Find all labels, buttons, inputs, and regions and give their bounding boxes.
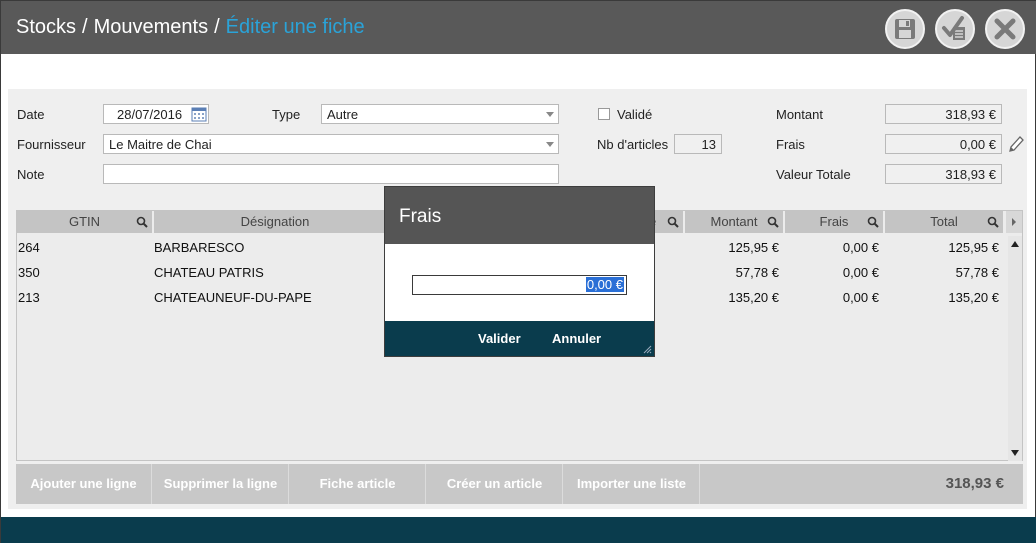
fournisseur-select[interactable]: Le Maitre de Chai <box>103 134 559 154</box>
breadcrumb-separator: / <box>82 16 88 38</box>
dialog-title: Frais <box>385 187 654 244</box>
dialog-footer: Valider Annuler <box>385 321 654 356</box>
row-1-montant[interactable]: 125,95 € <box>685 240 779 255</box>
row-3-gtin[interactable]: 213 <box>18 290 40 305</box>
row-3-montant[interactable]: 135,20 € <box>685 290 779 305</box>
delete-line-button[interactable]: Supprimer la ligne <box>153 464 289 504</box>
valeur-totale-label: Valeur Totale <box>776 167 851 182</box>
row-2-designation[interactable]: CHATEAU PATRIS <box>154 265 264 280</box>
column-header-total[interactable]: Total <box>885 211 1005 233</box>
search-icon[interactable] <box>987 216 999 228</box>
type-label: Type <box>272 107 301 122</box>
note-label: Note <box>17 167 45 182</box>
grand-total: 318,93 € <box>945 475 1004 492</box>
row-3-designation[interactable]: CHATEAUNEUF-DU-PAPE <box>154 290 312 305</box>
scroll-right-button[interactable] <box>1006 211 1022 233</box>
column-header-designation[interactable]: Désignation <box>154 211 398 233</box>
scroll-down-icon[interactable] <box>1010 449 1020 457</box>
row-3-frais[interactable]: 0,00 € <box>785 290 879 305</box>
pencil-icon[interactable] <box>1007 134 1025 154</box>
chevron-down-icon <box>546 142 554 147</box>
column-header-frais[interactable]: Frais <box>785 211 885 233</box>
breadcrumb-separator: / <box>214 16 220 38</box>
check-icon <box>942 16 965 40</box>
app-window: Stocks / Mouvements / Éditer une fiche D… <box>0 0 1036 543</box>
column-header-gtin[interactable]: GTIN <box>17 211 154 233</box>
date-label: Date <box>17 107 45 122</box>
chevron-right-icon <box>1012 218 1016 226</box>
row-2-montant[interactable]: 57,78 € <box>685 265 779 280</box>
row-1-frais[interactable]: 0,00 € <box>785 240 879 255</box>
date-field[interactable]: 28/07/2016 <box>103 104 209 124</box>
row-1-designation[interactable]: BARBARESCO <box>154 240 244 255</box>
nb-articles-label: Nb d'articles <box>597 137 669 152</box>
frais-dialog: Frais 0,00 € Valider Annuler <box>384 186 655 357</box>
row-2-total[interactable]: 57,78 € <box>885 265 999 280</box>
close-icon <box>994 18 1016 40</box>
save-button[interactable] <box>885 9 925 49</box>
frais-input[interactable]: 0,00 € <box>412 275 627 295</box>
breadcrumb-stocks[interactable]: Stocks <box>16 16 76 38</box>
validate-dialog-button[interactable]: Valider <box>478 321 521 356</box>
nb-articles-field: 13 <box>674 134 722 154</box>
date-value: 28/07/2016 <box>117 107 183 122</box>
resize-grip-icon[interactable] <box>643 345 652 354</box>
fournisseur-label: Fournisseur <box>17 137 86 152</box>
type-value: Autre <box>327 107 359 122</box>
import-list-button[interactable]: Importer une liste <box>564 464 700 504</box>
montant-field: 318,93 € <box>885 104 1002 124</box>
valide-label: Validé <box>617 107 653 122</box>
frais-input-value: 0,00 € <box>585 277 624 292</box>
row-1-gtin[interactable]: 264 <box>18 240 40 255</box>
row-1-total[interactable]: 125,95 € <box>885 240 999 255</box>
fournisseur-value: Le Maitre de Chai <box>109 137 212 152</box>
calendar-icon[interactable] <box>191 106 207 122</box>
breadcrumb-current: Éditer une fiche <box>225 16 365 38</box>
status-bar <box>1 517 1036 543</box>
breadcrumb-mouvements[interactable]: Mouvements <box>94 16 209 38</box>
add-line-button[interactable]: Ajouter une ligne <box>16 464 152 504</box>
action-bar: Ajouter une ligne Supprimer la ligne Fic… <box>16 464 1023 504</box>
row-2-frais[interactable]: 0,00 € <box>785 265 879 280</box>
save-icon <box>895 19 915 39</box>
valeur-totale-field: 318,93 € <box>885 164 1002 184</box>
validate-button[interactable] <box>935 9 975 49</box>
title-bar: Stocks / Mouvements / Éditer une fiche <box>1 1 1036 54</box>
search-icon[interactable] <box>867 216 879 228</box>
vertical-scrollbar[interactable] <box>1008 236 1022 461</box>
search-icon[interactable] <box>136 216 148 228</box>
frais-field: 0,00 € <box>885 134 1002 154</box>
montant-label: Montant <box>776 107 823 122</box>
breadcrumb: Stocks / Mouvements / Éditer une fiche <box>16 16 365 39</box>
frais-label: Frais <box>776 137 805 152</box>
type-select[interactable]: Autre <box>321 104 559 124</box>
valide-checkbox[interactable] <box>598 108 610 120</box>
create-article-button[interactable]: Créer un article <box>427 464 563 504</box>
row-2-gtin[interactable]: 350 <box>18 265 40 280</box>
cancel-dialog-button[interactable]: Annuler <box>552 321 601 356</box>
column-header-montant[interactable]: Montant <box>685 211 785 233</box>
scroll-up-icon[interactable] <box>1010 240 1020 248</box>
article-sheet-button[interactable]: Fiche article <box>290 464 426 504</box>
search-icon[interactable] <box>667 216 679 228</box>
search-icon[interactable] <box>767 216 779 228</box>
chevron-down-icon <box>546 112 554 117</box>
dialog-body: 0,00 € <box>385 244 654 321</box>
row-3-total[interactable]: 135,20 € <box>885 290 999 305</box>
close-button[interactable] <box>985 9 1025 49</box>
note-field[interactable] <box>103 164 559 184</box>
